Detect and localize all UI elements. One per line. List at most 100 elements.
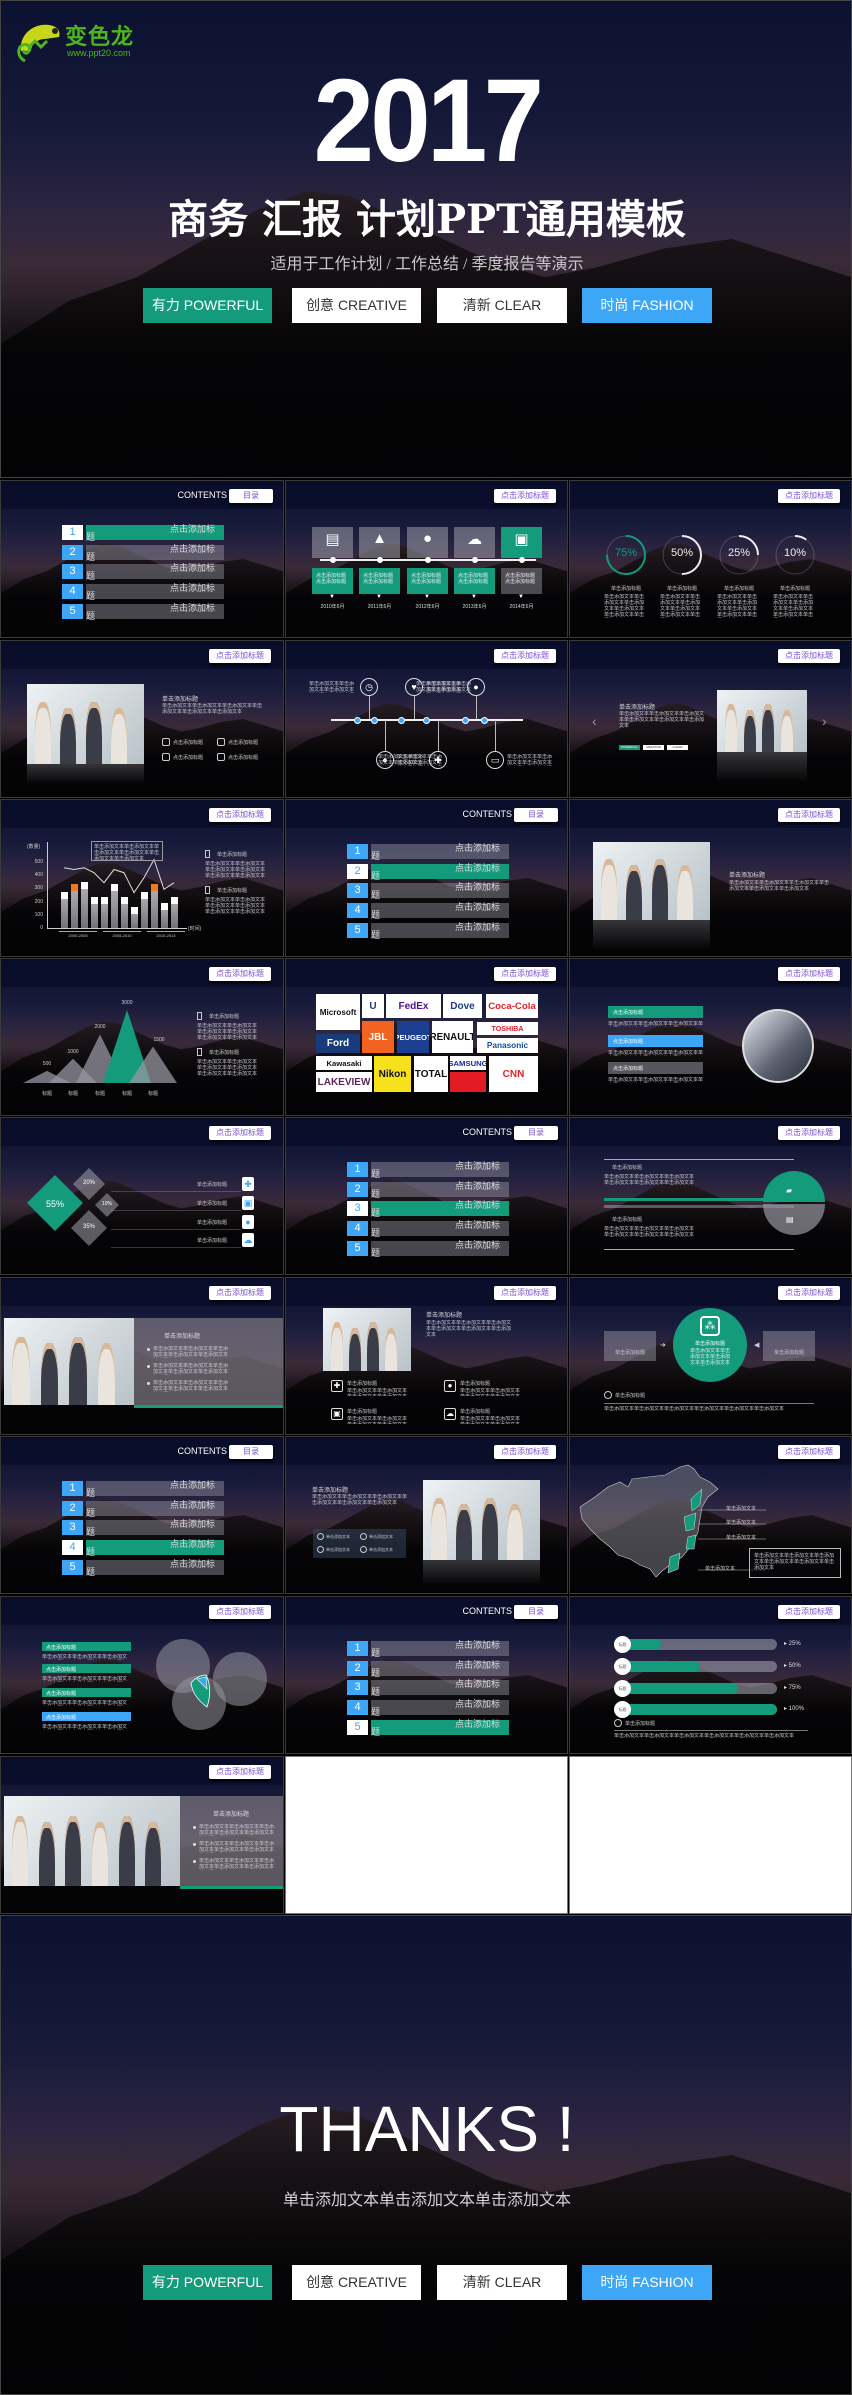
contents-item[interactable]: 点击添加标题: [371, 1641, 509, 1659]
title-tag-button[interactable]: 点击添加标题: [778, 649, 840, 663]
contents-item[interactable]: 点击添加标题: [86, 1500, 224, 1518]
number-box[interactable]: 1: [347, 1162, 368, 1177]
slide-thumbnail-18[interactable]: 点击添加标题 单击添加标题 单击添加标题 ➜ ◀ ⁂ 单击添加标题 单击添加文本单击添加文本单…: [569, 1277, 852, 1435]
slide-thumbnail-26[interactable]: [285, 1756, 568, 1914]
number-box[interactable]: 1: [347, 844, 368, 859]
slide-thumbnail-7[interactable]: 点击添加标题 (数量) (时间) 0 100 200 300 400 500 2000-2005 2…: [0, 799, 284, 957]
contents-item[interactable]: 点击添加标题: [371, 1660, 509, 1678]
contents-item[interactable]: 点击添加标题: [86, 1559, 224, 1577]
slide-thumbnail-19[interactable]: CONTENTS 目录 1 点击添加标题 2 点击添加标题 3 点击添加标题 4 点击添加标题 5 点…: [0, 1436, 284, 1594]
title-tag-button[interactable]: 点击添加标题: [494, 967, 556, 981]
slide-thumbnail-2[interactable]: 点击添加标题 ▤ 点击添加标题点击添加标题 ▼ 2010年6月 ▲ 点击添加标题点击添加标题…: [285, 480, 568, 638]
slide-thumbnail-21[interactable]: 点击添加标题 单击添加文本 单击添加文本 单击添加文本 单击添加文本 单击添加文本单击添加…: [569, 1436, 852, 1594]
mini-button[interactable]: POWERFUL: [619, 745, 640, 750]
slide-thumbnail-15[interactable]: 点击添加标题 ▰ ▤ 单击添加标题 单击添加文本单击添加文本单击添加文本单击添加文本单击…: [569, 1117, 852, 1275]
slide-thumbnail-16[interactable]: 点击添加标题 单击添加标题 单击添加文本单击添加文本单击添加文本单击添加文本单击添加…: [0, 1277, 284, 1435]
number-box[interactable]: 5: [62, 603, 83, 619]
number-box[interactable]: 4: [347, 1700, 368, 1716]
title-tag-button[interactable]: 点击添加标题: [778, 1286, 840, 1300]
contents-item[interactable]: 点击添加标题: [86, 544, 224, 562]
title-tag-button[interactable]: 点击添加标题: [209, 1765, 271, 1779]
number-box[interactable]: 1: [62, 525, 83, 540]
chevron-left-icon[interactable]: ‹: [592, 713, 602, 729]
slide-thumbnail-8[interactable]: CONTENTS 目录 1 点击添加标题 2 点击添加标题 3 点击添加标题 4 点击添加标题 5 点…: [285, 799, 568, 957]
contents-item[interactable]: 点击添加标题: [371, 1162, 509, 1180]
powerful-button[interactable]: 有力 POWERFUL: [143, 2265, 272, 2300]
contents-item[interactable]: 点击添加标题: [371, 1700, 509, 1718]
slide-thumbnail-13[interactable]: 点击添加标题 55% 20% 10% 35% 单击添加标题 ✚ 单击添加标题 ▣ 单击添加标题 ● 单…: [0, 1117, 284, 1275]
number-box[interactable]: 5: [347, 1240, 368, 1256]
fashion-button[interactable]: 时尚 FASHION: [582, 2265, 712, 2300]
contents-item[interactable]: 点击添加标题: [86, 603, 224, 621]
slide-thumbnail-10[interactable]: 点击添加标题 500 标题 1000 标题 2000 标题 3000 标题 1500 标题 单击添加标…: [0, 958, 284, 1116]
list-bar[interactable]: 点击添加标题: [608, 1006, 703, 1018]
slide-thumbnail-9[interactable]: 点击添加标题 单击添加标题 单击添加文本单击添加文本单击添加文本单击添加文本单击添加…: [569, 799, 852, 957]
number-box[interactable]: 2: [62, 1500, 83, 1516]
slide-thumbnail-11[interactable]: 点击添加标题 Microsoft U FedEx Dove Coca-Cola Ford JB…: [285, 958, 568, 1116]
contents-tag-button[interactable]: 目录: [229, 489, 273, 503]
chevron-right-icon[interactable]: ›: [822, 713, 832, 729]
title-tag-button[interactable]: 点击添加标题: [494, 1445, 556, 1459]
slide-thumbnail-17[interactable]: 点击添加标题 单击添加标题 单击添加文本单击添加文本单击添加文本单击添加文本单击添加…: [285, 1277, 568, 1435]
slide-thumbnail-14[interactable]: CONTENTS 目录 1 点击添加标题 2 点击添加标题 3 点击添加标题 4 点击添加标题 5 点…: [285, 1117, 568, 1275]
mini-button[interactable]: CREATIVE: [643, 745, 664, 750]
fashion-button[interactable]: 时尚 FASHION: [582, 288, 712, 323]
powerful-button[interactable]: 有力 POWERFUL: [143, 288, 272, 323]
slide-thumbnail-24[interactable]: 点击添加标题 标题 ▸ 25% 标题 ▸ 50% 标题 ▸ 75% 标题 ▸ 100% 单击添加标…: [569, 1596, 852, 1754]
slide-thumbnail-23[interactable]: CONTENTS 目录 1 点击添加标题 2 点击添加标题 3 点击添加标题 4 点击添加标题 5 点…: [285, 1596, 568, 1754]
contents-item[interactable]: 点击添加标题: [86, 1520, 224, 1538]
number-box[interactable]: 5: [347, 1719, 368, 1735]
contents-item[interactable]: 点击添加标题: [86, 525, 224, 543]
contents-item[interactable]: 点击添加标题: [371, 1201, 509, 1219]
number-box[interactable]: 1: [62, 1481, 83, 1496]
slide-thumbnail-12[interactable]: 点击添加标题点击添加标题单击添加文本单击添加文本单击添加文本单击添加文本单击添加…: [569, 958, 852, 1116]
contents-item[interactable]: 点击添加标题: [86, 1481, 224, 1499]
slide-thumbnail-20[interactable]: 点击添加标题 单击添加标题 单击添加文本单击添加文本单击添加文本单击添加文本单击添加…: [285, 1436, 568, 1594]
contents-item[interactable]: 点击添加标题: [371, 1240, 509, 1258]
title-tag-button[interactable]: 点击添加标题: [209, 1286, 271, 1300]
creative-button[interactable]: 创意 CREATIVE: [292, 288, 421, 323]
contents-item[interactable]: 点击添加标题: [371, 1680, 509, 1698]
contents-item[interactable]: 点击添加标题: [371, 1221, 509, 1239]
number-box[interactable]: 4: [62, 584, 83, 600]
number-box[interactable]: 5: [62, 1559, 83, 1575]
contents-item[interactable]: 点击添加标题: [371, 863, 509, 881]
contents-tag-button[interactable]: 目录: [514, 1605, 558, 1619]
contents-item[interactable]: 点击添加标题: [371, 1719, 509, 1737]
clear-button[interactable]: 清新 CLEAR: [437, 2265, 567, 2300]
title-tag-button[interactable]: 点击添加标题: [778, 808, 840, 822]
contents-item[interactable]: 点击添加标题: [371, 922, 509, 940]
slide-thumbnail-5[interactable]: 点击添加标题 ◷ 单击添加文本单击添加文本单击添加文本单击添加文本单击添加文本单击添…: [285, 640, 568, 798]
creative-button[interactable]: 创意 CREATIVE: [292, 2265, 421, 2300]
contents-item[interactable]: 点击添加标题: [371, 903, 509, 921]
number-box[interactable]: 4: [347, 903, 368, 919]
number-box[interactable]: 4: [62, 1540, 83, 1556]
slide-thumbnail-22[interactable]: 点击添加标题点击添加标题单击添加文本单击添加文本单击添加文本单击添加文本单击添加…: [0, 1596, 284, 1754]
title-tag-button[interactable]: 点击添加标题: [778, 1126, 840, 1140]
number-box[interactable]: 5: [347, 922, 368, 938]
number-box[interactable]: 1: [347, 1641, 368, 1656]
contents-item[interactable]: 点击添加标题: [86, 584, 224, 602]
contents-item[interactable]: 点击添加标题: [86, 1540, 224, 1558]
contents-tag-button[interactable]: 目录: [514, 1126, 558, 1140]
slide-thumbnail-6[interactable]: 点击添加标题 ‹ › 单击添加标题 单击添加文本单击添加文本单击添加文本单击添加文本单击…: [569, 640, 852, 798]
title-tag-button[interactable]: 点击添加标题: [494, 1286, 556, 1300]
number-box[interactable]: 2: [347, 1181, 368, 1197]
number-box[interactable]: 3: [347, 1201, 368, 1217]
clear-button[interactable]: 清新 CLEAR: [437, 288, 567, 323]
list-bar[interactable]: 点击添加标题: [608, 1062, 703, 1074]
title-tag-button[interactable]: 点击添加标题: [494, 489, 556, 503]
number-box[interactable]: 2: [347, 1660, 368, 1676]
number-box[interactable]: 3: [347, 1680, 368, 1696]
title-tag-button[interactable]: 点击添加标题: [209, 1126, 271, 1140]
title-tag-button[interactable]: 点击添加标题: [209, 649, 271, 663]
contents-item[interactable]: 点击添加标题: [371, 844, 509, 862]
number-box[interactable]: 3: [62, 564, 83, 580]
contents-item[interactable]: 点击添加标题: [371, 1181, 509, 1199]
contents-tag-button[interactable]: 目录: [229, 1445, 273, 1459]
number-box[interactable]: 4: [347, 1221, 368, 1237]
number-box[interactable]: 3: [62, 1520, 83, 1536]
number-box[interactable]: 2: [62, 544, 83, 560]
slide-thumbnail-1[interactable]: CONTENTS 目录 1 点击添加标题 2 点击添加标题 3 点击添加标题 4 点击添加标题 5 点…: [0, 480, 284, 638]
list-bar[interactable]: 点击添加标题: [608, 1035, 703, 1047]
